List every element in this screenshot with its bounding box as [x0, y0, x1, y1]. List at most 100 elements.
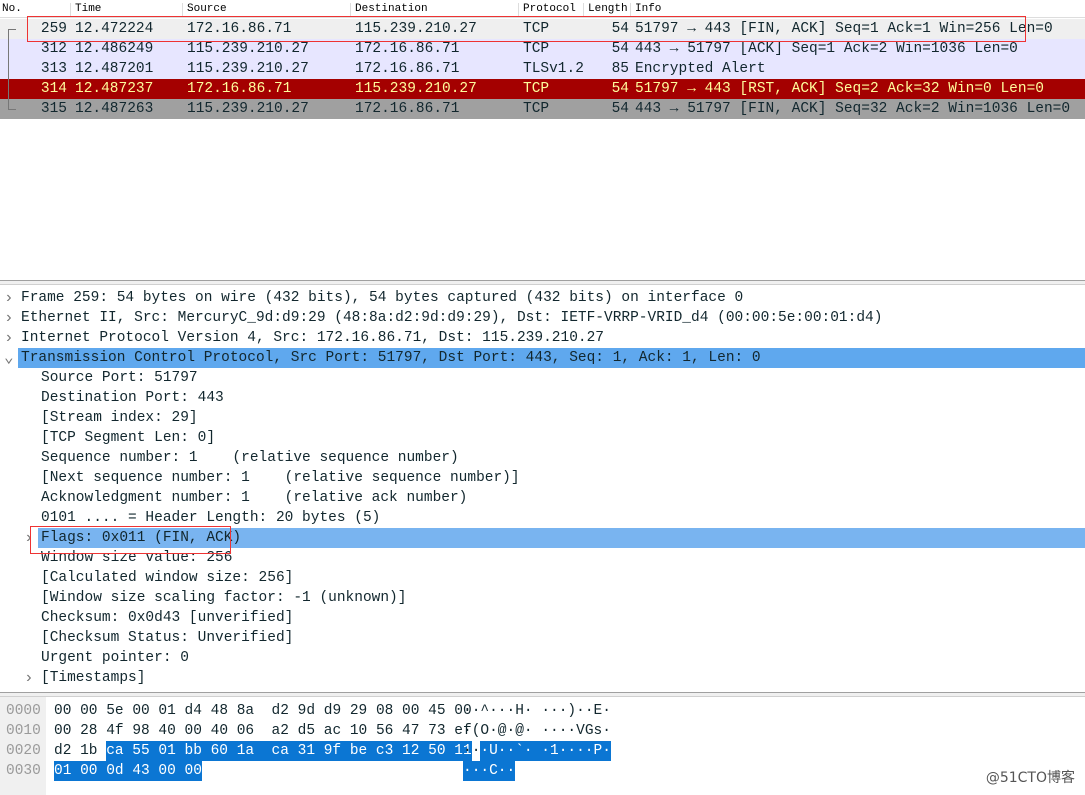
column-time[interactable]: Time: [70, 3, 101, 18]
packet-source: 172.16.86.71: [187, 81, 292, 97]
detail-text: Acknowledgment number: 1 (relative ack n…: [41, 490, 468, 506]
packet-protocol: TCP: [523, 81, 550, 97]
detail-text: Source Port: 51797: [41, 370, 198, 386]
column-info[interactable]: Info: [630, 3, 661, 18]
detail-text: Transmission Control Protocol, Src Port:…: [21, 350, 761, 366]
packet-source: 115.239.210.27: [187, 41, 309, 57]
packet-info: Encrypted Alert: [635, 61, 766, 77]
packet-no: 312: [40, 41, 67, 57]
detail-row[interactable]: › Ethernet II, Src: MercuryC_9d:d9:29 (48…: [0, 308, 1085, 328]
hex-offset: 0000: [6, 703, 41, 719]
column-destination[interactable]: Destination: [350, 3, 428, 18]
detail-row[interactable]: ⌄ Transmission Control Protocol, Src Port…: [0, 348, 1085, 368]
packet-row[interactable]: 259 12.472224 172.16.86.71 115.239.210.27 TC…: [0, 19, 1085, 39]
pane-splitter-2[interactable]: [0, 692, 1085, 697]
packet-protocol: TLSv1.2: [523, 61, 584, 77]
hex-bytes: 00 00 5e 00 01 d4 48 8a d2 9d d9 29 08 0…: [54, 703, 472, 719]
packet-destination: 172.16.86.71: [355, 101, 460, 117]
hex-offset: 0020: [6, 743, 41, 759]
detail-text: Sequence number: 1 (relative sequence nu…: [41, 450, 459, 466]
detail-row[interactable]: [Window size scaling factor: -1 (unknown…: [0, 588, 1085, 608]
detail-text: Ethernet II, Src: MercuryC_9d:d9:29 (48:…: [21, 310, 883, 326]
packet-time: 12.472224: [75, 21, 154, 37]
detail-row[interactable]: [Stream index: 29]: [0, 408, 1085, 428]
detail-row[interactable]: Urgent pointer: 0: [0, 648, 1085, 668]
detail-row[interactable]: › Internet Protocol Version 4, Src: 172.1…: [0, 328, 1085, 348]
detail-text: Destination Port: 443: [41, 390, 224, 406]
hex-bytes: 00 28 4f 98 40 00 40 06 a2 d5 ac 10 56 4…: [54, 723, 472, 739]
detail-text: 0101 .... = Header Length: 20 bytes (5): [41, 510, 381, 526]
ascii-bytes: ·(O·@·@· ····VGs·: [463, 723, 611, 739]
packet-time: 12.487201: [75, 61, 154, 77]
detail-text: Internet Protocol Version 4, Src: 172.16…: [21, 330, 604, 346]
column-no[interactable]: No.: [0, 3, 22, 18]
hex-bytes-selected: 01 00 0d 43 00 00: [54, 761, 202, 781]
packet-row[interactable]: 315 12.487263 115.239.210.27 172.16.86.71 TC…: [0, 99, 1085, 119]
packet-source: 172.16.86.71: [187, 21, 292, 37]
chevron-right-icon[interactable]: ›: [4, 288, 14, 308]
detail-text: Checksum: 0x0d43 [unverified]: [41, 610, 294, 626]
detail-text: Flags: 0x011 (FIN, ACK): [41, 530, 242, 546]
detail-row[interactable]: Acknowledgment number: 1 (relative ack n…: [0, 488, 1085, 508]
detail-row[interactable]: [Checksum Status: Unverified]: [0, 628, 1085, 648]
chevron-right-icon[interactable]: ›: [24, 668, 34, 688]
column-source[interactable]: Source: [182, 3, 227, 18]
chevron-right-icon[interactable]: ›: [4, 328, 14, 348]
packet-destination: 115.239.210.27: [355, 21, 477, 37]
chevron-down-icon[interactable]: ⌄: [4, 348, 14, 368]
chevron-right-icon[interactable]: ›: [24, 528, 34, 548]
packet-protocol: TCP: [523, 41, 550, 57]
detail-row[interactable]: Checksum: 0x0d43 [unverified]: [0, 608, 1085, 628]
packet-row[interactable]: 314 12.487237 172.16.86.71 115.239.210.27 TC…: [0, 79, 1085, 99]
packet-destination: 172.16.86.71: [355, 41, 460, 57]
packet-protocol: TCP: [523, 21, 550, 37]
packet-time: 12.487263: [75, 101, 154, 117]
packet-source: 115.239.210.27: [187, 101, 309, 117]
detail-text: Window size value: 256: [41, 550, 233, 566]
hex-offset: 0010: [6, 723, 41, 739]
detail-row[interactable]: 0101 .... = Header Length: 20 bytes (5): [0, 508, 1085, 528]
detail-text: [Checksum Status: Unverified]: [41, 630, 294, 646]
packet-info: 443 → 51797 [FIN, ACK] Seq=32 Ack=2 Win=…: [635, 101, 1071, 117]
detail-text: Urgent pointer: 0: [41, 650, 189, 666]
detail-row[interactable]: Source Port: 51797: [0, 368, 1085, 388]
detail-row[interactable]: [TCP Segment Len: 0]: [0, 428, 1085, 448]
detail-row[interactable]: [Calculated window size: 256]: [0, 568, 1085, 588]
detail-row[interactable]: Window size value: 256: [0, 548, 1085, 568]
column-protocol[interactable]: Protocol: [518, 3, 576, 18]
packet-info: 51797 → 443 [RST, ACK] Seq=2 Ack=32 Win=…: [635, 81, 1044, 97]
detail-text: [Next sequence number: 1 (relative seque…: [41, 470, 520, 486]
packet-info: 443 → 51797 [ACK] Seq=1 Ack=2 Win=1036 L…: [635, 41, 1018, 57]
detail-text: [TCP Segment Len: 0]: [41, 430, 216, 446]
packet-info: 51797 → 443 [FIN, ACK] Seq=1 Ack=1 Win=2…: [635, 21, 1053, 37]
packet-row[interactable]: 312 12.486249 115.239.210.27 172.16.86.71 TC…: [0, 39, 1085, 59]
packet-no: 315: [40, 101, 67, 117]
hex-bytes-selected: ca 55 01 bb 60 1a ca 31 9f be c3 12 50 1…: [106, 741, 472, 761]
packet-destination: 115.239.210.27: [355, 81, 477, 97]
detail-row[interactable]: › [Timestamps]: [0, 668, 1085, 688]
column-length[interactable]: Length: [583, 3, 628, 18]
hex-offset: 0030: [6, 763, 41, 779]
watermark: @51CTO博客: [985, 770, 1075, 786]
detail-row[interactable]: › Flags: 0x011 (FIN, ACK): [0, 528, 1085, 548]
chevron-right-icon[interactable]: ›: [4, 308, 14, 328]
detail-text: [Calculated window size: 256]: [41, 570, 294, 586]
packet-time: 12.486249: [75, 41, 154, 57]
detail-text: [Window size scaling factor: -1 (unknown…: [41, 590, 407, 606]
hex-bytes: d2 1b: [54, 743, 107, 759]
detail-row[interactable]: [Next sequence number: 1 (relative seque…: [0, 468, 1085, 488]
packet-time: 12.487237: [75, 81, 154, 97]
ascii-bytes-selected: ···C··: [463, 761, 516, 781]
packet-row[interactable]: 313 12.487201 115.239.210.27 172.16.86.71 TL…: [0, 59, 1085, 79]
detail-row[interactable]: Sequence number: 1 (relative sequence nu…: [0, 448, 1085, 468]
packet-destination: 172.16.86.71: [355, 61, 460, 77]
packet-list-header: No. Time Source Destination Protocol Len…: [0, 0, 1085, 18]
packet-protocol: TCP: [523, 101, 550, 117]
detail-row[interactable]: Destination Port: 443: [0, 388, 1085, 408]
pane-splitter[interactable]: [0, 280, 1085, 285]
packet-length: 54: [611, 101, 629, 117]
packet-no: 314: [40, 81, 67, 97]
ascii-bytes: ··: [463, 743, 481, 759]
detail-text: [Stream index: 29]: [41, 410, 198, 426]
detail-row[interactable]: › Frame 259: 54 bytes on wire (432 bits),…: [0, 288, 1085, 308]
